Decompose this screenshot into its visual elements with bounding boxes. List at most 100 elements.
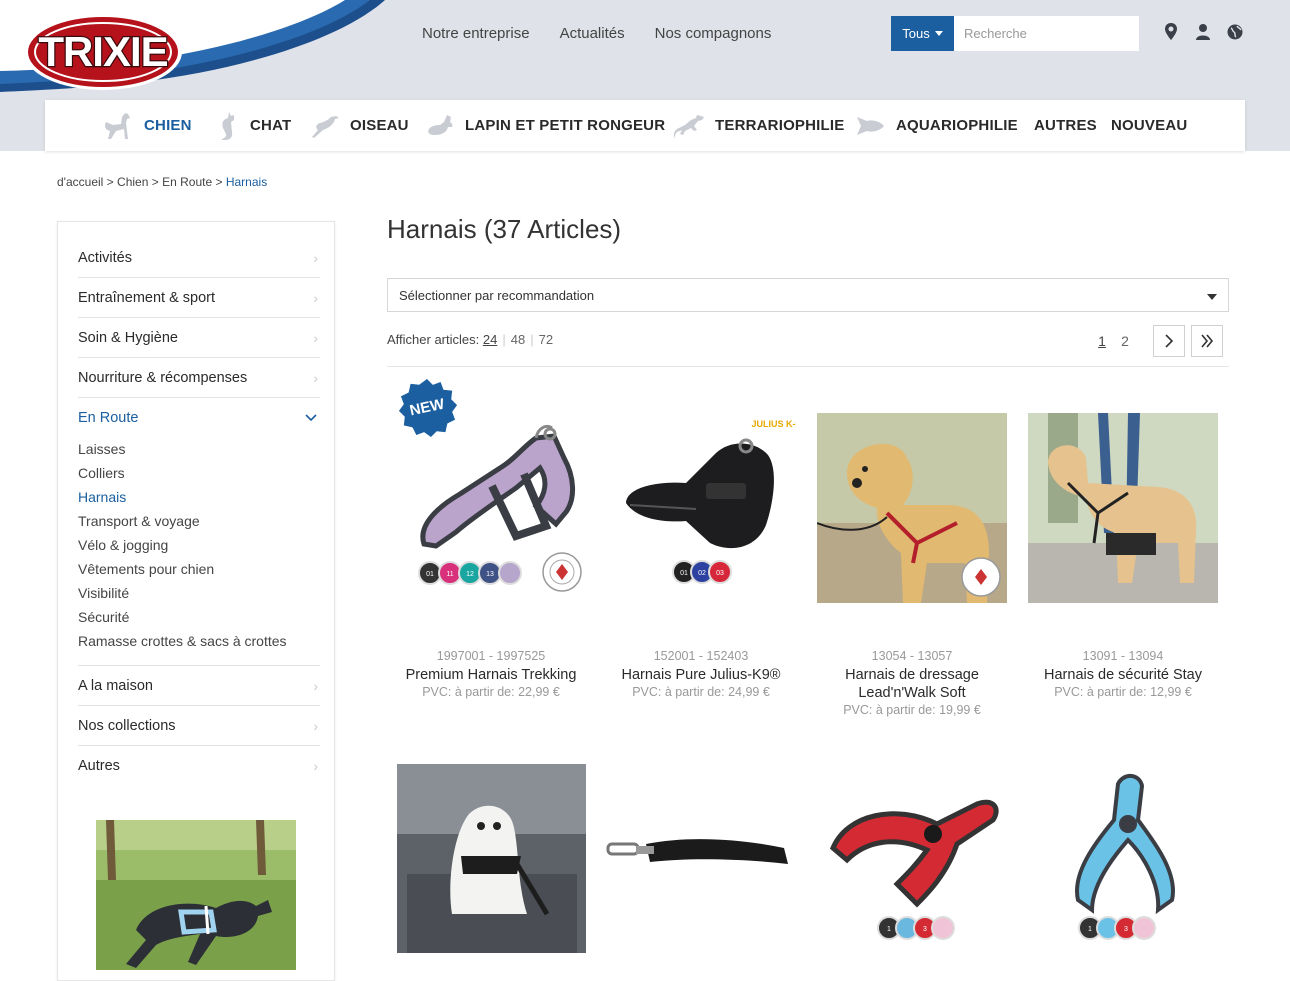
sidebar-sub-ramasse-crottes[interactable]: Ramasse crottes & sacs à crottes bbox=[78, 633, 287, 649]
breadcrumb-chien[interactable]: Chien bbox=[117, 175, 148, 189]
page-1[interactable]: 1 bbox=[1096, 333, 1108, 349]
product-image[interactable]: 01 11 12 13 NEW bbox=[396, 376, 592, 602]
chevron-right-icon: › bbox=[313, 758, 318, 774]
svg-text:01: 01 bbox=[680, 570, 688, 577]
sidebar-item-label: En Route bbox=[78, 410, 139, 426]
sidebar-sub-securite[interactable]: Sécurité bbox=[78, 609, 129, 625]
search-bar: Tous bbox=[891, 16, 1139, 51]
logo-text: TRIXIE bbox=[38, 28, 167, 75]
sidebar-promo-image[interactable] bbox=[96, 820, 296, 970]
per-page-72[interactable]: 72 bbox=[539, 332, 553, 347]
sidebar-item-en-route[interactable]: En Route bbox=[78, 398, 320, 438]
product-image[interactable] bbox=[606, 808, 796, 894]
chevron-right-icon: › bbox=[313, 329, 318, 346]
product-price: PVC: à partir de: 24,99 € bbox=[632, 685, 770, 699]
sidebar-item-autres[interactable]: Autres › bbox=[78, 746, 320, 786]
caret-down-icon bbox=[934, 31, 943, 36]
breadcrumb-home[interactable]: d'accueil bbox=[57, 175, 103, 189]
product-ref: 13054 - 13057 bbox=[871, 649, 953, 663]
sidebar-sub-laisses[interactable]: Laisses bbox=[78, 441, 125, 457]
sidebar-item-label: Soin & Hygiène bbox=[78, 329, 178, 346]
product-name[interactable]: Harnais Pure Julius-K9® bbox=[596, 666, 806, 684]
per-page-48[interactable]: 48 bbox=[511, 332, 525, 347]
last-page-button[interactable] bbox=[1191, 325, 1223, 357]
category-nouveau[interactable]: NOUVEAU bbox=[1111, 100, 1187, 151]
page-2[interactable]: 2 bbox=[1119, 333, 1131, 349]
category-aquariophilie[interactable]: AQUARIOPHILIE bbox=[855, 100, 1018, 151]
search-input[interactable] bbox=[954, 16, 1139, 51]
svg-text:3: 3 bbox=[923, 926, 927, 933]
rabbit-icon bbox=[428, 114, 453, 135]
sidebar-item-label: Nos collections bbox=[78, 717, 176, 734]
globe-icon[interactable] bbox=[1226, 22, 1244, 42]
sidebar-sub-visibilite[interactable]: Visibilité bbox=[78, 585, 129, 601]
sidebar-sub-velo[interactable]: Vélo & jogging bbox=[78, 537, 168, 553]
category-chat[interactable]: CHAT bbox=[215, 100, 291, 151]
product-name[interactable]: Premium Harnais Trekking bbox=[386, 666, 596, 684]
nav-notre-entreprise[interactable]: Notre entreprise bbox=[422, 25, 530, 42]
product-price: PVC: à partir de: 19,99 € bbox=[843, 703, 981, 717]
sidebar-item-nos-collections[interactable]: Nos collections › bbox=[78, 706, 320, 746]
chevron-right-icon: › bbox=[313, 677, 318, 694]
search-scope-dropdown[interactable]: Tous bbox=[891, 16, 954, 51]
fish-icon bbox=[857, 116, 884, 135]
svg-text:11: 11 bbox=[446, 571, 453, 578]
category-oiseau[interactable]: OISEAU bbox=[310, 100, 409, 151]
product-image[interactable]: 1 3 bbox=[817, 764, 1007, 954]
breadcrumb-separator: > bbox=[151, 175, 159, 189]
category-bar: CHIEN CHAT OISEAU LAPIN ET PETIT RONGEUR… bbox=[45, 100, 1245, 151]
product-image[interactable]: JULIUS K-9 01 02 03 bbox=[606, 413, 796, 603]
category-terrariophilie[interactable]: TERRARIOPHILIE bbox=[673, 100, 844, 151]
product-image[interactable]: 1 3 bbox=[1028, 764, 1218, 954]
sidebar-sub-colliers[interactable]: Colliers bbox=[78, 465, 125, 481]
product-image[interactable] bbox=[817, 413, 1007, 603]
chevron-right-icon: › bbox=[313, 289, 318, 306]
sidebar-item-entrainement[interactable]: Entraînement & sport › bbox=[78, 278, 320, 318]
breadcrumb: d'accueil > Chien > En Route > Harnais bbox=[57, 175, 267, 189]
sidebar-sub-vetements[interactable]: Vêtements pour chien bbox=[78, 561, 214, 577]
product-image[interactable] bbox=[397, 764, 586, 953]
color-swatches: 01 11 12 13 bbox=[418, 561, 522, 585]
category-chien[interactable]: CHIEN bbox=[101, 100, 192, 151]
product-name[interactable]: Harnais de dressage Lead'n'Walk Soft bbox=[807, 666, 1017, 702]
caret-down-icon bbox=[1207, 294, 1217, 300]
product-image[interactable] bbox=[1028, 413, 1218, 603]
category-label: LAPIN ET PETIT RONGEUR bbox=[465, 117, 666, 134]
nav-nos-compagnons[interactable]: Nos compagnons bbox=[655, 25, 772, 42]
product-card-text: 152001 - 152403 Harnais Pure Julius-K9® … bbox=[596, 649, 806, 699]
separator: | bbox=[530, 332, 534, 347]
user-icon[interactable] bbox=[1194, 22, 1212, 42]
sidebar-item-nourriture[interactable]: Nourriture & récompenses › bbox=[78, 358, 320, 398]
separator: | bbox=[502, 332, 506, 347]
next-page-button[interactable] bbox=[1153, 325, 1185, 357]
category-autres[interactable]: AUTRES bbox=[1034, 100, 1097, 151]
sidebar-item-activites[interactable]: Activités › bbox=[78, 238, 320, 278]
product-ref: 1997001 - 1997525 bbox=[436, 649, 546, 663]
svg-text:13: 13 bbox=[486, 571, 494, 578]
breadcrumb-en-route[interactable]: En Route bbox=[162, 175, 212, 189]
location-pin-icon[interactable] bbox=[1162, 22, 1180, 42]
sidebar-sub-harnais[interactable]: Harnais bbox=[78, 489, 126, 505]
nav-actualites[interactable]: Actualités bbox=[560, 25, 625, 42]
category-label: TERRARIOPHILIE bbox=[715, 117, 845, 134]
sidebar-item-soin[interactable]: Soin & Hygiène › bbox=[78, 318, 320, 358]
category-lapin[interactable]: LAPIN ET PETIT RONGEUR bbox=[425, 100, 665, 151]
top-navigation: Notre entreprise Actualités Nos compagno… bbox=[422, 25, 771, 42]
new-badge: NEW bbox=[397, 377, 458, 438]
sort-dropdown[interactable]: Sélectionner par recommandation bbox=[387, 278, 1229, 312]
sidebar-item-label: Activités bbox=[78, 249, 132, 266]
svg-text:1: 1 bbox=[887, 926, 891, 933]
product-name[interactable]: Harnais de sécurité Stay bbox=[1018, 666, 1228, 684]
category-label: AQUARIOPHILIE bbox=[896, 117, 1018, 134]
sidebar-item-a-la-maison[interactable]: A la maison › bbox=[78, 666, 320, 706]
lizard-icon bbox=[673, 114, 704, 139]
trixie-logo[interactable]: TRIXIE bbox=[22, 8, 184, 92]
per-page-24[interactable]: 24 bbox=[483, 332, 497, 347]
toolbar-divider bbox=[387, 366, 1229, 367]
product-ref: 13091 - 13094 bbox=[1082, 649, 1164, 663]
sidebar-sub-transport[interactable]: Transport & voyage bbox=[78, 513, 200, 529]
svg-text:1: 1 bbox=[1088, 926, 1092, 933]
svg-text:12: 12 bbox=[466, 571, 474, 578]
product-card-text: 13091 - 13094 Harnais de sécurité Stay P… bbox=[1018, 649, 1228, 699]
julius-k9-label: JULIUS K-9 bbox=[751, 419, 796, 429]
